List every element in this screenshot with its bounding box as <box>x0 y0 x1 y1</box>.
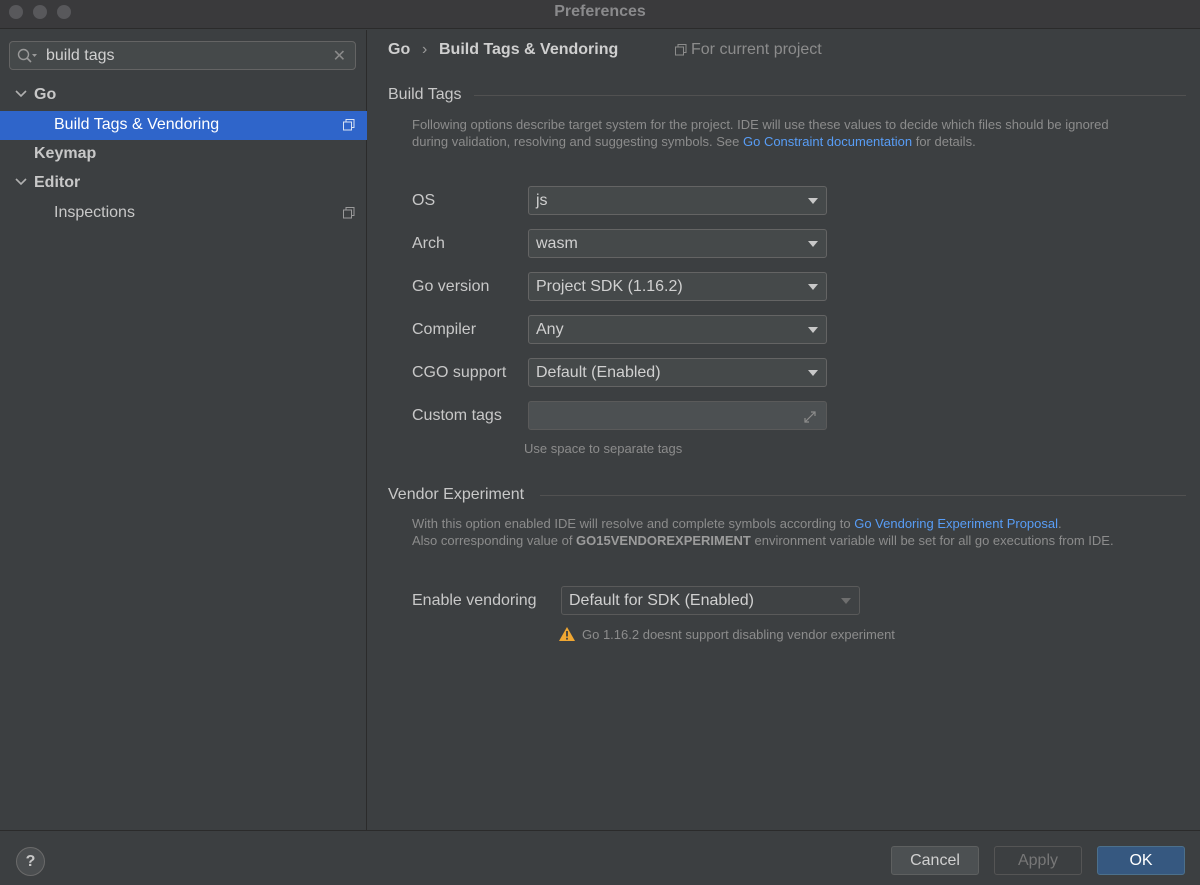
sidebar-item-keymap[interactable]: Keymap <box>0 140 367 169</box>
project-scope-icon <box>343 119 355 131</box>
enable-vendoring-value: Default for SDK (Enabled) <box>569 592 754 609</box>
sidebar-item-label: Inspections <box>54 204 135 221</box>
sidebar-item-editor[interactable]: Editor <box>0 169 367 198</box>
vendor-description: With this option enabled IDE will resolv… <box>412 515 1114 549</box>
breadcrumb-go[interactable]: Go <box>388 41 410 59</box>
arch-combo[interactable]: wasm <box>528 229 827 258</box>
dropdown-arrow-icon <box>808 241 818 247</box>
cgo-support-combo[interactable]: Default (Enabled) <box>528 358 827 387</box>
description-line: during validation, resolving and suggest… <box>412 134 976 149</box>
compiler-label: Compiler <box>412 321 477 338</box>
build-tags-description: Following options describe target system… <box>412 116 1109 150</box>
dropdown-arrow-icon <box>808 198 818 204</box>
project-scope-icon <box>675 44 687 56</box>
go-vendoring-proposal-link[interactable]: Go Vendoring Experiment Proposal <box>854 516 1058 531</box>
go-version-value: Project SDK (1.16.2) <box>536 278 683 295</box>
dropdown-arrow-icon <box>841 598 851 604</box>
env-variable-name: GO15VENDOREXPERIMENT <box>576 533 751 548</box>
sidebar-item-label: Build Tags & Vendoring <box>54 116 220 133</box>
sidebar-item-label: Go <box>34 86 57 103</box>
description-line: With this option enabled IDE will resolv… <box>412 516 1062 531</box>
warning-text: Go 1.16.2 doesnt support disabling vendo… <box>582 627 895 642</box>
cgo-support-value: Default (Enabled) <box>536 364 661 381</box>
settings-content: Go › Build Tags & Vendoring For current … <box>368 30 1200 830</box>
custom-tags-hint: Use space to separate tags <box>524 441 683 456</box>
compiler-combo[interactable]: Any <box>528 315 827 344</box>
go-version-label: Go version <box>412 278 490 295</box>
dropdown-arrow-icon <box>808 370 818 376</box>
dialog-footer: ? Cancel Apply OK <box>0 830 1200 885</box>
cancel-button[interactable]: Cancel <box>891 846 979 875</box>
sidebar-item-build-tags-vendoring[interactable]: Build Tags & Vendoring <box>0 111 367 140</box>
os-combo[interactable]: js <box>528 186 827 215</box>
window-title: Preferences <box>554 3 646 20</box>
search-input[interactable] <box>46 45 326 67</box>
build-tags-section-title: Build Tags <box>388 86 462 103</box>
dropdown-arrow-icon <box>808 327 818 333</box>
settings-search[interactable]: ✕ <box>9 41 356 70</box>
cgo-support-label: CGO support <box>412 364 507 381</box>
chevron-down-icon[interactable] <box>14 175 28 189</box>
apply-button[interactable]: Apply <box>994 846 1082 875</box>
vendor-section-title: Vendor Experiment <box>388 486 525 503</box>
settings-sidebar: ✕ Go Build Tags & Vendoring Keymap Edito… <box>0 30 367 830</box>
section-divider <box>540 495 1186 496</box>
arch-label: Arch <box>412 235 445 252</box>
enable-vendoring-label: Enable vendoring <box>412 592 537 609</box>
os-value: js <box>536 192 548 209</box>
compiler-value: Any <box>536 321 564 338</box>
go-constraint-documentation-link[interactable]: Go Constraint documentation <box>743 134 912 149</box>
chevron-down-icon[interactable] <box>14 87 28 101</box>
custom-tags-label: Custom tags <box>412 407 502 424</box>
title-bar: Preferences <box>0 0 1200 29</box>
search-icon <box>17 48 37 63</box>
sidebar-item-label: Keymap <box>34 145 97 162</box>
help-button[interactable]: ? <box>16 847 45 876</box>
custom-tags-field[interactable] <box>528 401 827 430</box>
warning-icon <box>559 627 575 641</box>
ok-button[interactable]: OK <box>1097 846 1185 875</box>
enable-vendoring-combo[interactable]: Default for SDK (Enabled) <box>561 586 860 615</box>
dropdown-arrow-icon <box>808 284 818 290</box>
scope-label: For current project <box>691 41 822 58</box>
project-scope-icon <box>343 207 355 219</box>
description-line: Following options describe target system… <box>412 117 1109 132</box>
sidebar-item-go[interactable]: Go <box>0 81 367 110</box>
clear-search-icon[interactable]: ✕ <box>333 46 346 66</box>
section-divider <box>474 95 1186 96</box>
breadcrumb-separator: › <box>422 41 428 58</box>
os-label: OS <box>412 192 436 209</box>
expand-icon[interactable] <box>802 409 818 425</box>
sidebar-item-inspections[interactable]: Inspections <box>0 199 367 228</box>
go-version-combo[interactable]: Project SDK (1.16.2) <box>528 272 827 301</box>
arch-value: wasm <box>536 235 578 252</box>
page-title: Build Tags & Vendoring <box>439 41 619 58</box>
sidebar-item-label: Editor <box>34 174 81 191</box>
description-line: Also corresponding value of GO15VENDOREX… <box>412 533 1114 548</box>
